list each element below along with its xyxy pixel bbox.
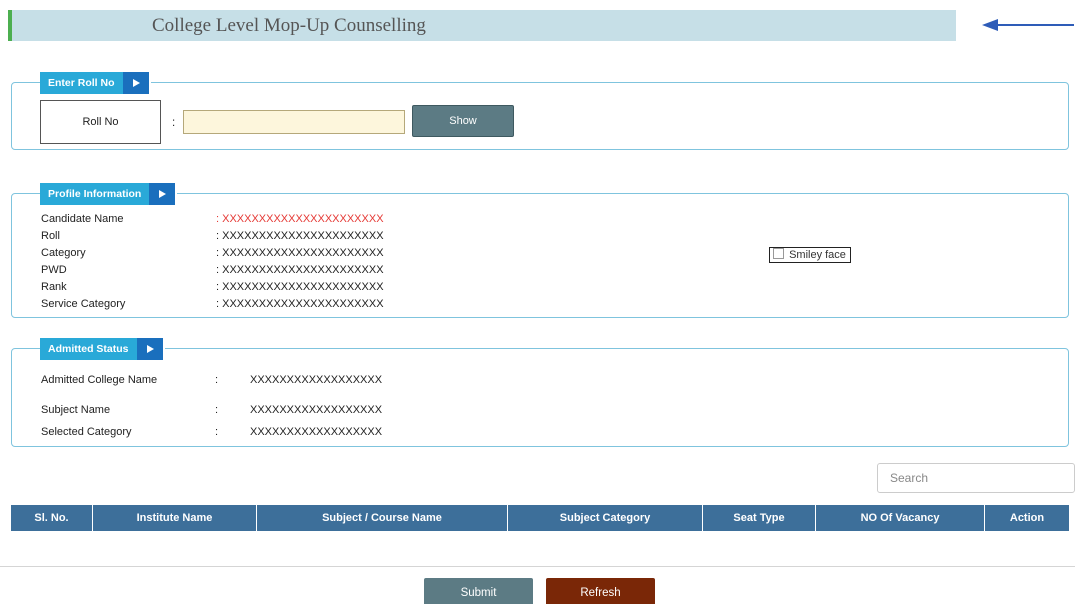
profile-legend-label: Profile Information: [40, 183, 150, 205]
chevron-right-icon: [122, 72, 149, 94]
page-title: College Level Mop-Up Counselling: [152, 15, 426, 36]
submit-button[interactable]: Submit: [424, 578, 533, 604]
column-header-sl-no[interactable]: Sl. No.: [11, 505, 93, 531]
admitted-value: XXXXXXXXXXXXXXXXXX: [250, 404, 383, 416]
footer-divider: [0, 566, 1075, 567]
profile-row-service-category: Service Category : XXXXXXXXXXXXXXXXXXXXX…: [41, 298, 441, 315]
admitted-value: XXXXXXXXXXXXXXXXXX: [250, 426, 383, 438]
profile-row-category: Category : XXXXXXXXXXXXXXXXXXXXXX: [41, 247, 441, 264]
admitted-colon: :: [215, 426, 219, 438]
profile-information-panel: Profile Information Candidate Name : XXX…: [11, 183, 1069, 318]
profile-row-pwd: PWD : XXXXXXXXXXXXXXXXXXXXXX: [41, 264, 441, 281]
admitted-colon: :: [215, 374, 219, 386]
arrow-left-icon: [982, 19, 1074, 31]
roll-no-legend-label: Enter Roll No: [40, 72, 123, 94]
profile-label: Service Category: [41, 298, 126, 310]
admitted-label: Selected Category: [41, 426, 132, 438]
profile-row-rank: Rank : XXXXXXXXXXXXXXXXXXXXXX: [41, 281, 441, 298]
column-header-seat-type[interactable]: Seat Type: [703, 505, 816, 531]
profile-value: : XXXXXXXXXXXXXXXXXXXXXX: [216, 264, 384, 276]
page-title-bar: College Level Mop-Up Counselling: [8, 10, 956, 41]
column-header-no-of-vacancy[interactable]: NO Of Vacancy: [816, 505, 985, 531]
profile-label: Candidate Name: [41, 213, 124, 225]
roll-no-legend: Enter Roll No: [40, 72, 151, 94]
admitted-legend: Admitted Status: [40, 338, 165, 360]
profile-row-candidate-name: Candidate Name : XXXXXXXXXXXXXXXXXXXXXX: [41, 213, 441, 230]
search-input[interactable]: [877, 463, 1075, 493]
show-button[interactable]: Show: [412, 105, 514, 137]
column-header-subject-category[interactable]: Subject Category: [508, 505, 703, 531]
column-header-subject-course-name[interactable]: Subject / Course Name: [257, 505, 508, 531]
profile-value: : XXXXXXXXXXXXXXXXXXXXXX: [216, 213, 384, 225]
profile-label: PWD: [41, 264, 67, 276]
admitted-legend-label: Admitted Status: [40, 338, 137, 360]
admitted-row-category: Selected Category : XXXXXXXXXXXXXXXXXX: [41, 426, 541, 443]
admitted-label: Subject Name: [41, 404, 111, 416]
roll-no-colon: :: [172, 117, 176, 129]
chevron-right-icon: [149, 183, 176, 205]
roll-no-label: Roll No: [40, 100, 161, 144]
profile-value: : XXXXXXXXXXXXXXXXXXXXXX: [216, 230, 384, 242]
roll-no-panel: Enter Roll No Roll No : Show: [11, 72, 1069, 150]
chevron-right-icon: [136, 338, 163, 360]
admitted-label: Admitted College Name: [41, 374, 158, 386]
admitted-value: XXXXXXXXXXXXXXXXXX: [250, 374, 383, 386]
photo-alt-text: Smiley face: [789, 249, 846, 261]
profile-legend: Profile Information: [40, 183, 178, 205]
admitted-row-subject: Subject Name : XXXXXXXXXXXXXXXXXX: [41, 404, 541, 421]
candidate-photo: Smiley face: [769, 247, 851, 263]
refresh-button[interactable]: Refresh: [546, 578, 655, 604]
profile-label: Roll: [41, 230, 60, 242]
profile-row-roll: Roll : XXXXXXXXXXXXXXXXXXXXXX: [41, 230, 441, 247]
profile-value: : XXXXXXXXXXXXXXXXXXXXXX: [216, 298, 384, 310]
profile-label: Rank: [41, 281, 67, 293]
admitted-row-college: Admitted College Name : XXXXXXXXXXXXXXXX…: [41, 374, 541, 391]
vacancy-table-header: Sl. No. Institute Name Subject / Course …: [11, 505, 1069, 531]
column-header-action[interactable]: Action: [985, 505, 1069, 531]
column-header-institute-name[interactable]: Institute Name: [93, 505, 257, 531]
roll-no-input[interactable]: [183, 110, 405, 134]
admitted-status-panel: Admitted Status Admitted College Name : …: [11, 338, 1069, 447]
profile-value: : XXXXXXXXXXXXXXXXXXXXXX: [216, 281, 384, 293]
profile-value: : XXXXXXXXXXXXXXXXXXXXXX: [216, 247, 384, 259]
profile-label: Category: [41, 247, 86, 259]
admitted-colon: :: [215, 404, 219, 416]
